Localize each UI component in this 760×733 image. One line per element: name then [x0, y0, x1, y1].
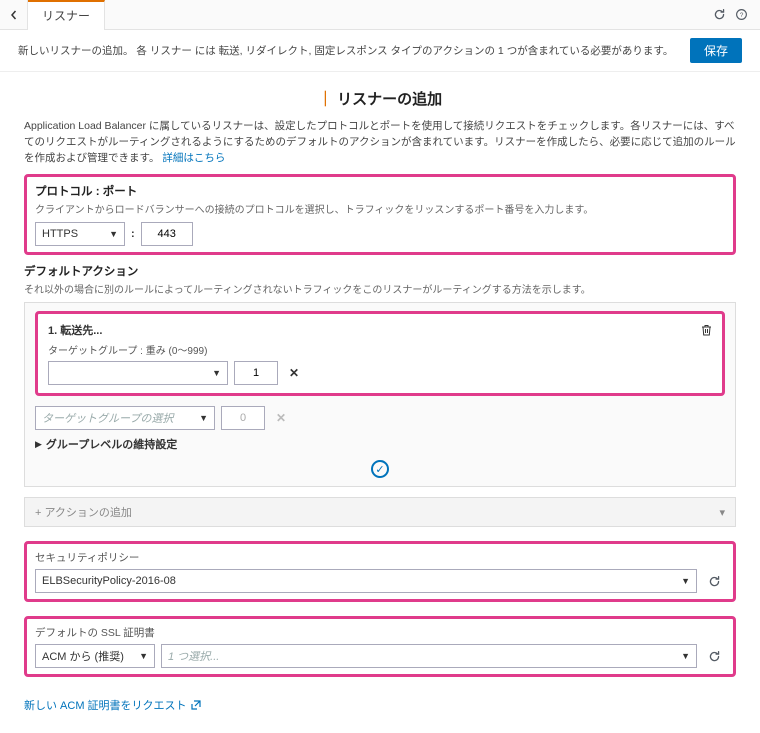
- remove-tg-button-2[interactable]: ✕: [271, 411, 291, 425]
- refresh-policy-button[interactable]: [703, 570, 725, 592]
- caret-down-icon: ▼: [103, 229, 118, 239]
- refresh-icon: [708, 650, 721, 663]
- topbar: リスナー ?: [0, 0, 760, 30]
- forward-head: 1. 転送先...: [48, 322, 102, 338]
- tab-listeners[interactable]: リスナー: [28, 0, 105, 30]
- refresh-cert-button[interactable]: [703, 645, 725, 667]
- default-action-section: デフォルトアクション それ以外の場合に別のルールによってルーティングされないトラ…: [24, 263, 736, 527]
- help-button[interactable]: ?: [730, 4, 752, 26]
- caret-down-icon: ▼: [193, 413, 208, 423]
- request-acm-link[interactable]: 新しい ACM 証明書をリクエスト: [24, 697, 201, 713]
- refresh-button[interactable]: [708, 4, 730, 26]
- target-group-select-1[interactable]: ▼: [48, 361, 228, 385]
- refresh-icon: [713, 8, 726, 21]
- group-sticky-settings[interactable]: ▶ グループレベルの維持設定: [35, 430, 725, 454]
- tab-label: リスナー: [42, 7, 90, 24]
- ssl-title: デフォルトの SSL 証明書: [35, 625, 725, 640]
- info-row: 新しいリスナーの追加。 各 リスナー には 転送, リダイレクト, 固定レスポン…: [0, 30, 760, 72]
- caret-down-icon: ▾: [719, 506, 725, 519]
- port-input[interactable]: [141, 222, 193, 246]
- caret-down-icon: ▼: [675, 651, 690, 661]
- page-desc: Application Load Balancer に属しているリスナーは、設定…: [24, 119, 736, 166]
- protocol-port-section: プロトコル : ポート クライアントからロードバランサーへの接続のプロトコルを選…: [24, 174, 736, 255]
- ssl-cert-select[interactable]: 1 つ選択... ▼: [161, 644, 697, 668]
- save-button[interactable]: 保存: [690, 38, 742, 63]
- refresh-icon: [708, 575, 721, 588]
- delete-action-button[interactable]: [701, 324, 712, 336]
- chevron-left-icon: [9, 10, 19, 20]
- status-check: ✓: [35, 460, 725, 478]
- ssl-cert-section: デフォルトの SSL 証明書 ACM から (推奨) ▼ 1 つ選択... ▼: [24, 616, 736, 677]
- remove-tg-button-1[interactable]: ✕: [284, 366, 304, 380]
- page-title: リスナーの追加: [24, 88, 736, 109]
- action-panel: 1. 転送先... ターゲットグループ : 重み (0〜999) ▼ ✕: [24, 302, 736, 487]
- info-text: 新しいリスナーの追加。 各 リスナー には 転送, リダイレクト, 固定レスポン…: [18, 43, 673, 58]
- triangle-right-icon: ▶: [35, 439, 42, 450]
- security-policy-title: セキュリティポリシー: [35, 550, 725, 565]
- security-policy-select[interactable]: ELBSecurityPolicy-2016-08 ▼: [35, 569, 697, 593]
- ssl-source-select[interactable]: ACM から (推奨) ▼: [35, 644, 155, 668]
- caret-down-icon: ▼: [133, 651, 148, 661]
- weight-input-2[interactable]: [221, 406, 265, 430]
- external-link-icon: [191, 700, 201, 710]
- add-action-button[interactable]: + アクションの追加 ▾: [24, 497, 736, 527]
- protocol-desc: クライアントからロードバランサーへの接続のプロトコルを選択し、トラフィックをリッ…: [35, 201, 725, 216]
- forward-action-box: 1. 転送先... ターゲットグループ : 重み (0〜999) ▼ ✕: [35, 311, 725, 396]
- check-circle-icon: ✓: [371, 460, 389, 478]
- default-action-title: デフォルトアクション: [24, 263, 736, 279]
- default-action-desc: それ以外の場合に別のルールによってルーティングされないトラフィックをこのリスナー…: [24, 281, 736, 296]
- svg-text:?: ?: [739, 12, 743, 19]
- help-icon: ?: [735, 8, 748, 21]
- back-button[interactable]: [0, 0, 28, 30]
- trash-icon: [701, 324, 712, 336]
- target-group-select-2[interactable]: ターゲットグループの選択 ▼: [35, 406, 215, 430]
- protocol-select[interactable]: HTTPS ▼: [35, 222, 125, 246]
- caret-down-icon: ▼: [206, 368, 221, 378]
- caret-down-icon: ▼: [675, 576, 690, 586]
- tg-label: ターゲットグループ : 重み (0〜999): [48, 342, 712, 357]
- learn-more-link[interactable]: 詳細はこちら: [162, 152, 225, 164]
- security-policy-section: セキュリティポリシー ELBSecurityPolicy-2016-08 ▼: [24, 541, 736, 602]
- protocol-title: プロトコル : ポート: [35, 183, 725, 199]
- colon: :: [131, 228, 135, 240]
- weight-input-1[interactable]: [234, 361, 278, 385]
